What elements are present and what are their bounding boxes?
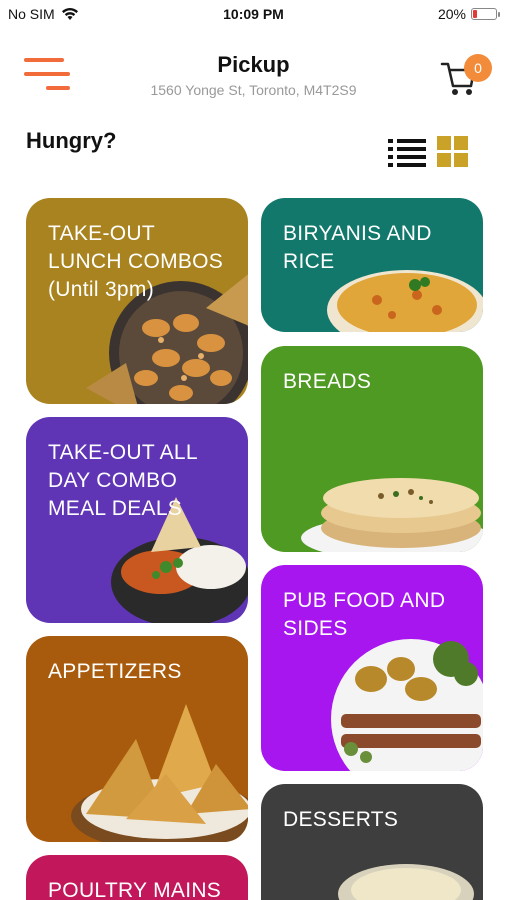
category-card-poultry-mains[interactable]: POULTRY MAINS (26, 855, 248, 900)
category-label: DESSERTS (283, 808, 399, 831)
battery-percent: 20% (437, 6, 466, 22)
list-view-button[interactable] (388, 138, 426, 168)
store-address[interactable]: 1560 Yonge St, Toronto, M4T2S9 (0, 82, 507, 98)
naan-bread-image (301, 478, 483, 552)
status-bar: No SIM 10:09 PM 20% (0, 0, 507, 30)
category-label: TAKE-OUT LUNCH COMBOS (Until 3pm) (48, 222, 224, 301)
battery-level (473, 10, 478, 18)
grid-view-button[interactable] (437, 136, 469, 168)
grid-view-icon (437, 136, 468, 167)
kebab-platter-image (331, 639, 483, 771)
category-card-pub-food[interactable]: PUB FOOD AND SIDES (261, 565, 483, 771)
status-right: 20% (437, 6, 500, 22)
battery-icon (471, 8, 500, 20)
category-label: APPETIZERS (48, 660, 182, 683)
category-card-lunch-combos[interactable]: TAKE-OUT LUNCH COMBOS (Until 3pm) (26, 198, 248, 404)
category-card-desserts[interactable]: DESSERTS (261, 784, 483, 900)
category-label: TAKE-OUT ALL DAY COMBO MEAL DEALS (48, 441, 198, 520)
status-time: 10:09 PM (223, 6, 284, 22)
samosa-image (71, 704, 248, 842)
list-view-icon (388, 139, 426, 167)
page-title: Pickup (217, 52, 290, 77)
cart-button[interactable]: 0 (440, 54, 492, 98)
category-label: BREADS (283, 370, 372, 393)
section-title: Hungry? (26, 128, 117, 153)
category-card-biryanis[interactable]: BIRYANIS AND RICE (261, 198, 483, 332)
category-label: PUB FOOD AND SIDES (283, 589, 446, 640)
category-label: POULTRY MAINS (48, 879, 222, 900)
category-card-combo-meal-deals[interactable]: TAKE-OUT ALL DAY COMBO MEAL DEALS (26, 417, 248, 623)
category-label: BIRYANIS AND RICE (283, 222, 432, 273)
category-card-appetizers[interactable]: APPETIZERS (26, 636, 248, 842)
dessert-bowl-image (338, 864, 474, 900)
cart-count-badge: 0 (464, 54, 492, 82)
category-card-breads[interactable]: BREADS (261, 346, 483, 552)
